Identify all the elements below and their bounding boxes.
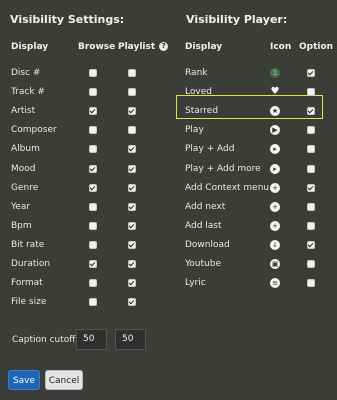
settings-row-label: Duration <box>11 259 51 269</box>
playlist-checkbox[interactable] <box>128 240 136 249</box>
play-add-more-icon: ▸ <box>270 163 280 174</box>
browse-checkbox[interactable] <box>89 107 97 116</box>
playlist-checkbox[interactable] <box>128 164 136 173</box>
browse-checkbox[interactable] <box>89 164 97 173</box>
youtube-icon: ▣ <box>270 259 280 269</box>
player-row-label: Youtube <box>185 259 221 269</box>
add-last-icon: + <box>270 220 280 231</box>
option-checkbox[interactable] <box>307 145 315 154</box>
player-row-label: Add last <box>185 220 222 231</box>
option-checkbox[interactable] <box>307 164 315 173</box>
settings-row-label: Genre <box>11 182 39 193</box>
settings-row-label: Mood <box>11 163 36 174</box>
option-checkbox[interactable] <box>307 240 315 249</box>
option-checkbox[interactable] <box>307 88 315 97</box>
visibility-settings-title: Visibility Settings: <box>10 13 125 26</box>
browse-checkbox[interactable] <box>89 298 97 307</box>
browse-checkbox[interactable] <box>89 145 97 154</box>
option-checkbox[interactable] <box>307 107 315 116</box>
option-checkbox[interactable] <box>307 202 315 211</box>
settings-col-browse: Browse <box>78 42 116 52</box>
browse-checkbox[interactable] <box>89 126 97 135</box>
player-row-label: Add next <box>185 201 226 212</box>
settings-row-label: File size <box>11 297 47 308</box>
browse-checkbox[interactable] <box>89 240 97 249</box>
playlist-checkbox[interactable] <box>128 145 136 154</box>
playlist-checkbox[interactable] <box>128 126 136 135</box>
heart-icon: ♥ <box>270 86 280 98</box>
player-row-label: Loved <box>185 87 212 98</box>
settings-col-playlist: Playlist? <box>118 42 169 52</box>
settings-row-label: Disc # <box>11 68 41 78</box>
player-col-option: Option <box>299 42 334 52</box>
playlist-checkbox[interactable] <box>128 221 136 230</box>
playlist-checkbox[interactable] <box>128 298 136 307</box>
help-icon[interactable]: ? <box>159 42 169 51</box>
playlist-checkbox[interactable] <box>128 88 136 97</box>
settings-row-label: Track # <box>11 87 45 98</box>
visibility-player-title: Visibility Player: <box>186 13 288 26</box>
browse-checkbox[interactable] <box>89 202 97 211</box>
browse-checkbox[interactable] <box>89 260 97 268</box>
settings-row-label: Composer <box>11 125 57 136</box>
option-checkbox[interactable] <box>307 183 315 192</box>
add-next-icon: + <box>270 201 280 212</box>
browse-checkbox[interactable] <box>89 183 97 192</box>
playlist-checkbox[interactable] <box>128 183 136 192</box>
player-row-label: Starred <box>185 106 219 117</box>
player-col-display: Display <box>185 42 223 52</box>
settings-col-playlist-label: Playlist <box>118 42 156 52</box>
playlist-checkbox[interactable] <box>128 202 136 211</box>
add-context-icon: + <box>270 182 280 193</box>
save-button[interactable]: Save <box>8 370 40 390</box>
player-row-label: Rank <box>185 68 208 78</box>
play-icon: ▶ <box>270 125 280 136</box>
caption-cutoff-label: Caption cutoff <box>12 335 76 345</box>
option-checkbox[interactable] <box>307 279 315 288</box>
option-checkbox[interactable] <box>307 69 315 77</box>
cancel-button[interactable]: Cancel <box>45 370 83 390</box>
settings-row-label: Format <box>11 278 43 289</box>
settings-row-label: Bit rate <box>11 239 45 250</box>
settings-row-label: Bpm <box>11 220 32 231</box>
caption-cutoff-input-2[interactable]: 50 <box>115 329 146 350</box>
settings-col-display: Display <box>11 42 49 52</box>
rank-icon: 1 <box>270 68 280 78</box>
playlist-checkbox[interactable] <box>128 69 136 77</box>
playlist-checkbox[interactable] <box>128 260 136 268</box>
lyric-icon: ≡ <box>270 278 280 289</box>
player-row-label: Download <box>185 239 230 250</box>
browse-checkbox[interactable] <box>89 221 97 230</box>
browse-checkbox[interactable] <box>89 88 97 97</box>
playlist-checkbox[interactable] <box>128 107 136 116</box>
option-checkbox[interactable] <box>307 126 315 135</box>
settings-row-label: Album <box>11 144 40 155</box>
settings-row-label: Artist <box>11 106 36 117</box>
option-checkbox[interactable] <box>307 260 315 268</box>
download-icon: ↓ <box>270 239 280 250</box>
player-row-label: Play + Add more <box>185 163 261 174</box>
settings-row-label: Year <box>11 201 31 212</box>
playlist-checkbox[interactable] <box>128 279 136 288</box>
option-checkbox[interactable] <box>307 221 315 230</box>
browse-checkbox[interactable] <box>89 69 97 77</box>
caption-cutoff-input-1[interactable]: 50 <box>76 329 107 350</box>
browse-checkbox[interactable] <box>89 279 97 288</box>
player-col-icon: Icon <box>270 42 292 52</box>
player-row-label: Play <box>185 125 204 136</box>
play-add-icon: ▸ <box>270 144 280 155</box>
player-row-label: Play + Add <box>185 144 235 155</box>
player-row-label: Add Context menu <box>185 182 270 193</box>
player-row-label: Lyric <box>185 278 206 289</box>
